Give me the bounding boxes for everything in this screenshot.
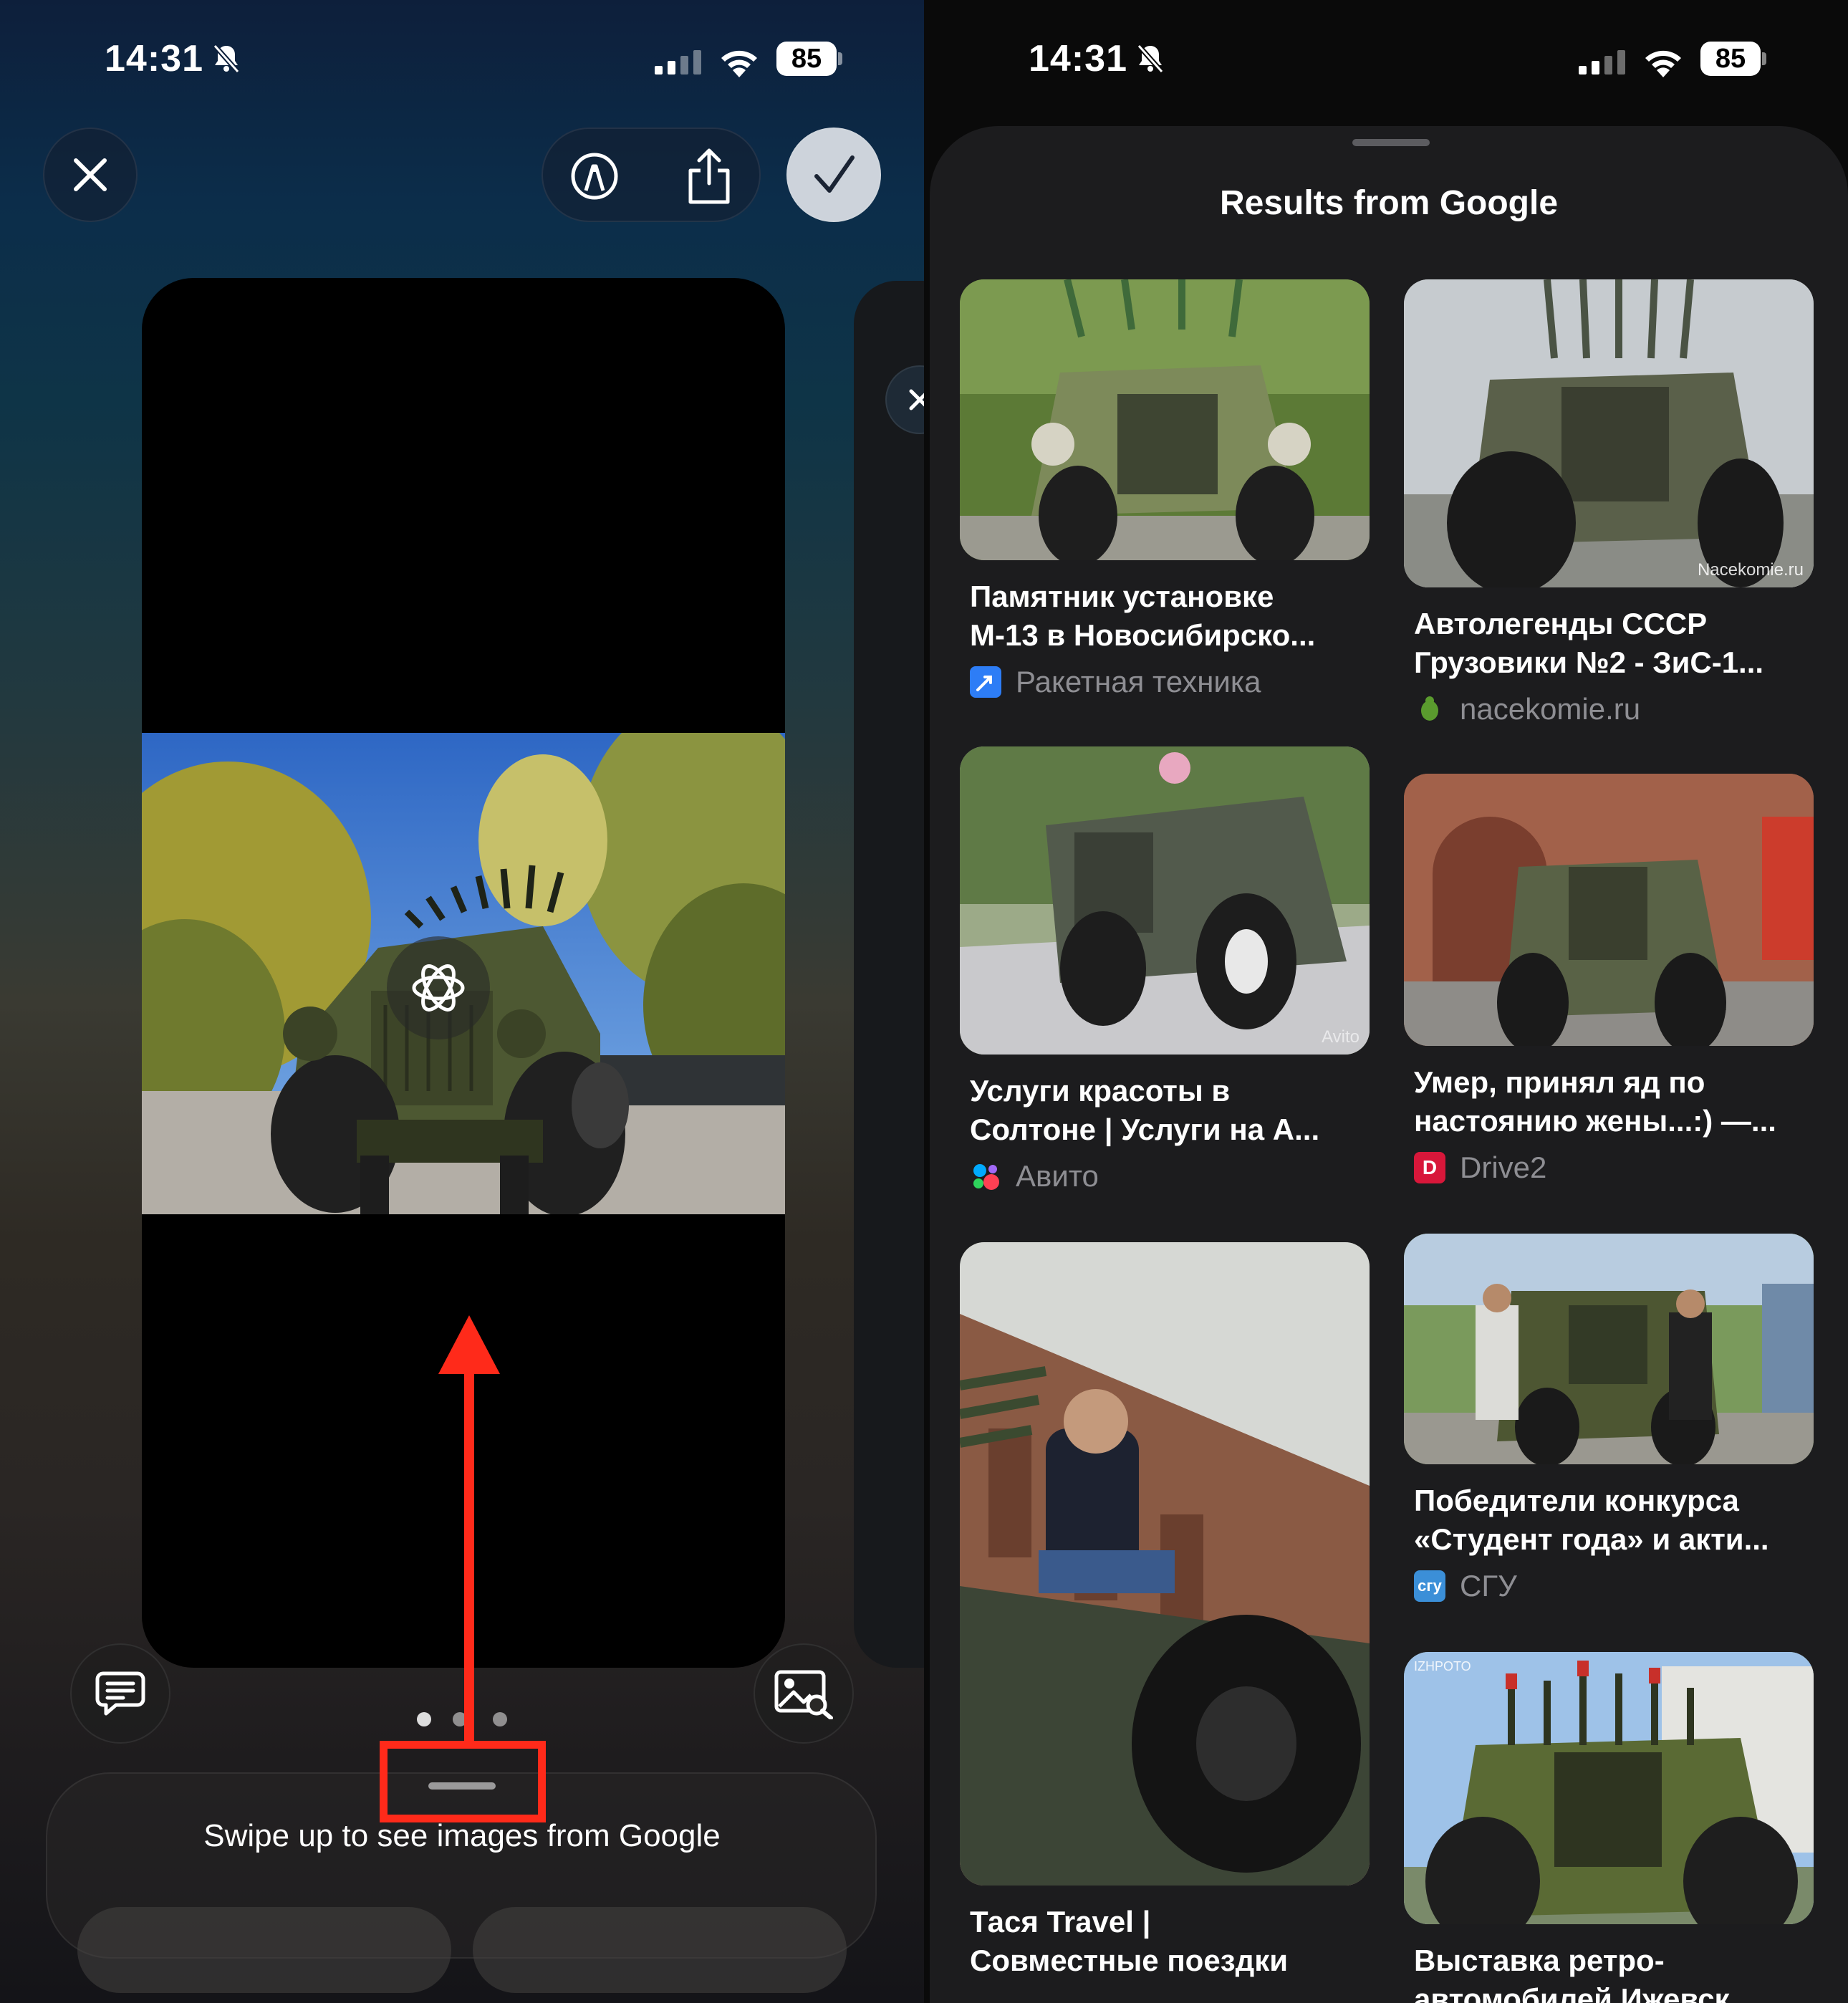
google-results-sheet: Results from Google Памятник установке М… [930,126,1848,2003]
result-thumbnail: Avito [960,746,1370,1055]
visual-lookup-screen: 14:31 85 Swipe up to see images from Goo… [0,0,924,2003]
status-time: 14:31 [1029,38,1127,80]
result-title: Умер, принял яд по настоянию жены...:) —… [1414,1065,1776,1138]
next-photo-card[interactable] [854,281,924,1668]
result-thumbnail [960,1242,1370,1886]
result-source: Авито [1016,1159,1099,1193]
result-source: nacekomie.ru [1460,692,1641,726]
sgu-icon: сгу [1414,1570,1445,1602]
sheet-title: Results from Google [1219,184,1559,222]
close-icon [74,158,107,191]
result-thumbnail: IZHPOTO [1404,1652,1814,1924]
battery-level: 85 [1700,42,1761,76]
swipe-hint: Swipe up to see images from Google [203,1818,721,1853]
result-source: СГУ [1460,1569,1517,1603]
battery-icon: 85 [776,42,842,76]
result-card[interactable]: IZHPOTO Выставка ретро- автомобилей Ижев… [1404,1652,1814,2003]
visual-lookup-icon [412,964,465,1012]
result-title: Тася Travel | Совместные поездки [970,1905,1289,1977]
wifi-icon [1645,50,1681,77]
status-bar: 14:31 85 [1029,37,1774,89]
result-card[interactable]: Памятник установке М-13 в Новосибирско..… [960,279,1370,699]
cellular-signal-icon [655,50,701,75]
result-title: Памятник установке М-13 в Новосибирско..… [970,580,1316,652]
google-results-screen: 14:31 85 Results from Google Памятник ус… [924,0,1848,2003]
status-bar: 14:31 85 [105,37,850,89]
result-card[interactable]: Avito Услуги красоты в Солтоне | Услуги … [960,746,1370,1193]
watermark: IZHPOTO [1414,1659,1471,1673]
speech-bubble-icon [95,1671,145,1716]
close-button[interactable] [43,128,138,222]
bug-site-icon [1414,693,1445,725]
toolbar-pill [542,128,761,222]
visual-lookup-button[interactable] [387,936,490,1039]
photo-truck [142,733,785,1214]
result-title: Победители конкурса «Студент года» и акт… [1414,1484,1769,1556]
preview-pill [77,1907,451,1993]
share-icon[interactable] [683,146,735,206]
checkmark-icon [814,155,855,193]
preview-pill [473,1907,847,1993]
rocket-site-icon [970,666,1001,698]
result-source: Drive2 [1460,1151,1547,1184]
markup-icon[interactable] [569,150,620,202]
result-title: Услуги красоты в Солтоне | Услуги на А..… [970,1074,1320,1146]
silent-bell-icon [213,44,240,74]
result-thumbnail: Nacekomie.ru [1404,279,1814,587]
done-button[interactable] [786,128,881,222]
result-thumbnail [1404,1234,1814,1464]
battery-icon: 85 [1700,42,1766,76]
result-card[interactable]: Тася Travel | Совместные поездки [960,1242,1370,1980]
next-card-close-button[interactable] [885,365,924,434]
result-card[interactable]: Победители конкурса «Студент года» и акт… [1404,1234,1814,1603]
drive2-icon: D [1414,1152,1445,1183]
wifi-icon [721,50,757,77]
result-thumbnail [1404,774,1814,1046]
result-thumbnail [960,279,1370,560]
watermark: Nacekomie.ru [1697,560,1804,580]
captions-button[interactable] [70,1643,170,1744]
result-title: Выставка ретро- автомобилей Ижевск [1414,1944,1730,2003]
cellular-signal-icon [1579,50,1625,75]
result-source: Ракетная техника [1016,665,1261,698]
silent-bell-icon [1137,44,1164,74]
image-search-icon [774,1670,833,1719]
annotation-arrow-up-icon [438,1315,500,1745]
close-icon [909,389,924,410]
avito-icon [970,1161,1001,1192]
page-dot [417,1712,431,1726]
status-time: 14:31 [105,38,203,80]
annotation-highlight-box [380,1741,546,1822]
result-title: Автолегенды СССР Грузовики №2 - ЗиС-1... [1414,607,1764,679]
sheet-grabber[interactable] [1352,139,1430,146]
result-card[interactable]: Nacekomie.ru Автолегенды СССР Грузовики … [1404,279,1814,726]
result-card[interactable]: Умер, принял яд по настоянию жены...:) —… [1404,774,1814,1185]
visual-lookup-info-button[interactable] [754,1643,854,1744]
battery-level: 85 [776,42,837,76]
